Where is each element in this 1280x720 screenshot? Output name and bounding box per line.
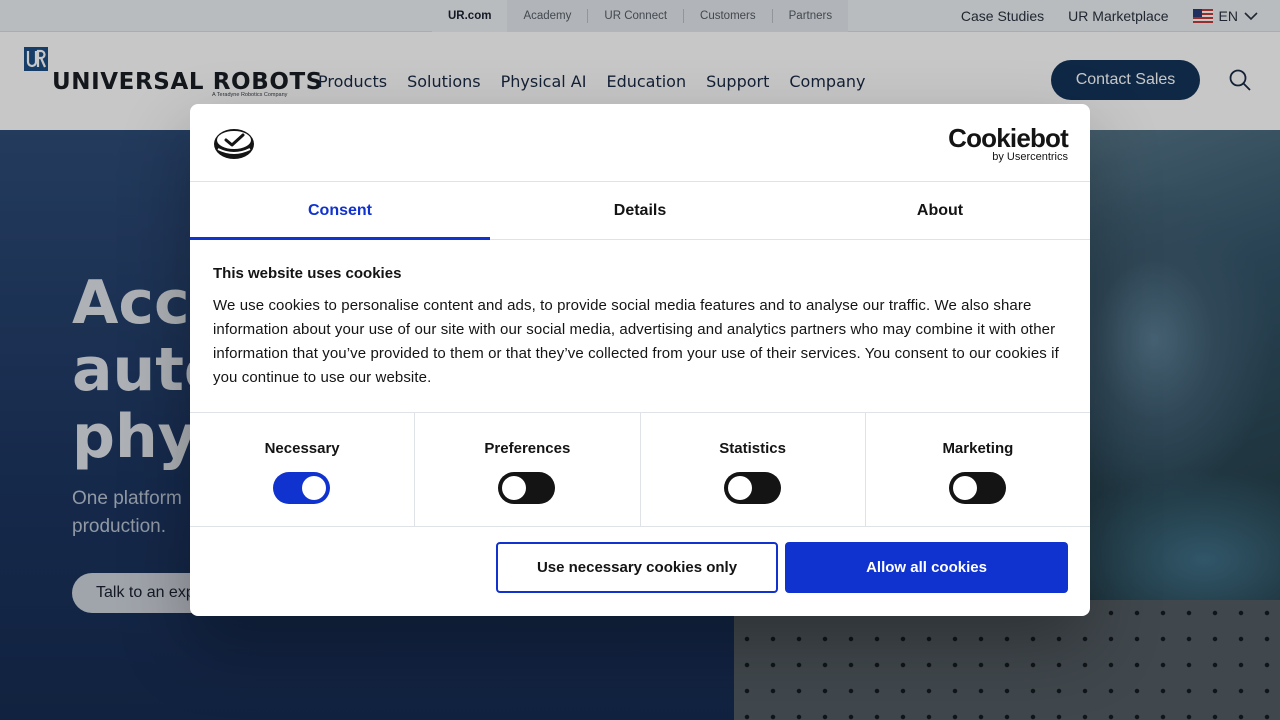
- category-necessary: Necessary: [190, 413, 416, 526]
- cookiebot-logo-text: Cookiebot: [948, 123, 1069, 153]
- consent-heading: This website uses cookies: [213, 265, 402, 282]
- necessary-toggle[interactable]: [273, 472, 331, 504]
- category-label: Preferences: [484, 440, 571, 457]
- marketing-toggle[interactable]: [948, 472, 1006, 504]
- use-necessary-cookies-button[interactable]: Use necessary cookies only: [496, 542, 778, 593]
- category-marketing: Marketing: [866, 413, 1090, 526]
- toggle-knob: [727, 476, 752, 500]
- category-label: Marketing: [942, 440, 1014, 457]
- category-preferences: Preferences: [415, 413, 641, 526]
- cookie-consent-dialog: Cookiebot by Usercentrics Consent Detail…: [190, 104, 1090, 616]
- category-label: Statistics: [719, 440, 786, 457]
- allow-all-cookies-button[interactable]: Allow all cookies: [785, 542, 1068, 593]
- cookie-logo-icon: [214, 129, 254, 159]
- dialog-header: Cookiebot by Usercentrics: [190, 104, 1090, 182]
- preferences-toggle[interactable]: [498, 472, 556, 504]
- consent-tabs: Consent Details About: [190, 182, 1090, 240]
- tab-about[interactable]: About: [790, 182, 1090, 239]
- cookiebot-brand[interactable]: Cookiebot by Usercentrics: [948, 123, 1069, 163]
- consent-body-text: We use cookies to personalise content an…: [213, 297, 1059, 386]
- statistics-toggle[interactable]: [723, 472, 781, 504]
- category-label: Necessary: [264, 440, 340, 457]
- tab-consent[interactable]: Consent: [190, 182, 490, 240]
- toggle-knob: [502, 476, 527, 500]
- toggle-knob: [952, 476, 977, 500]
- category-statistics: Statistics: [641, 413, 866, 526]
- cookie-category-toggles: Necessary Preferences Statistics Marketi…: [190, 412, 1090, 527]
- toggle-knob: [302, 476, 327, 500]
- tab-details[interactable]: Details: [490, 182, 790, 239]
